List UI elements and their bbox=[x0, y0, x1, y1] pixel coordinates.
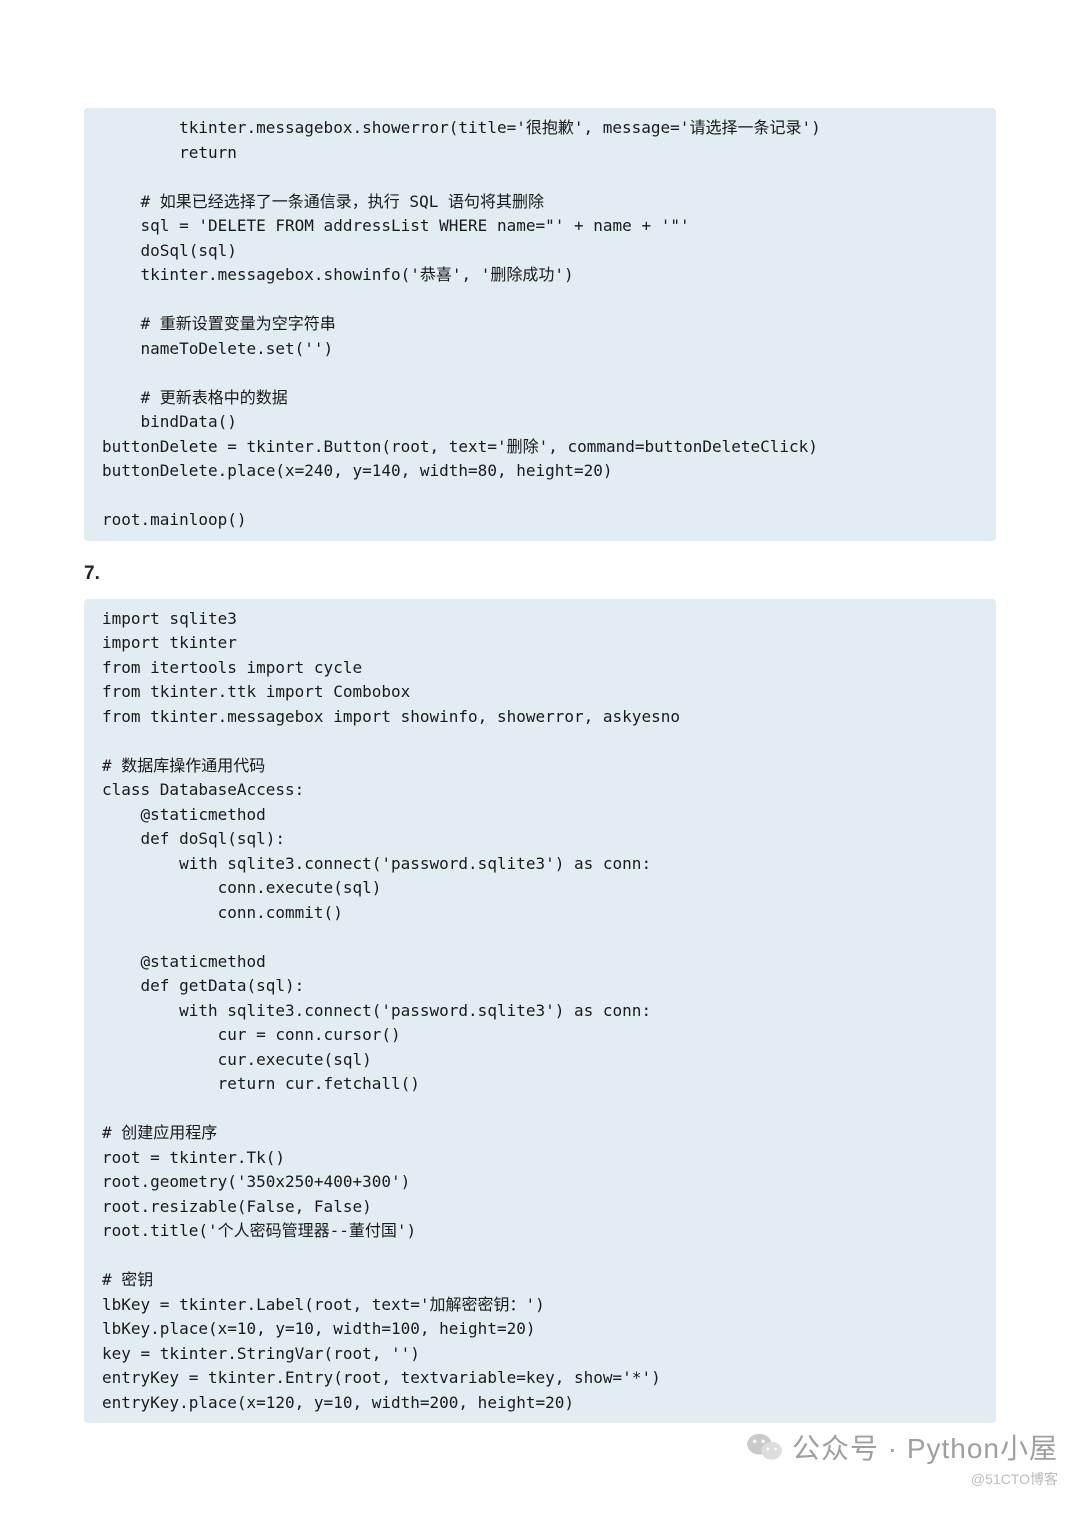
watermark-row: 公众号 · Python小屋 bbox=[746, 1427, 1058, 1467]
wechat-icon bbox=[746, 1431, 784, 1463]
watermark-subtext: @51CTO博客 bbox=[971, 1469, 1058, 1489]
document-page: tkinter.messagebox.showerror(title='很抱歉'… bbox=[0, 0, 1080, 1505]
watermark: 公众号 · Python小屋 @51CTO博客 bbox=[746, 1427, 1058, 1489]
section-number: 7. bbox=[84, 563, 996, 585]
code-block-2: import sqlite3 import tkinter from itert… bbox=[84, 599, 996, 1424]
watermark-text: 公众号 · Python小屋 bbox=[792, 1427, 1058, 1467]
code-block-1: tkinter.messagebox.showerror(title='很抱歉'… bbox=[84, 108, 996, 541]
